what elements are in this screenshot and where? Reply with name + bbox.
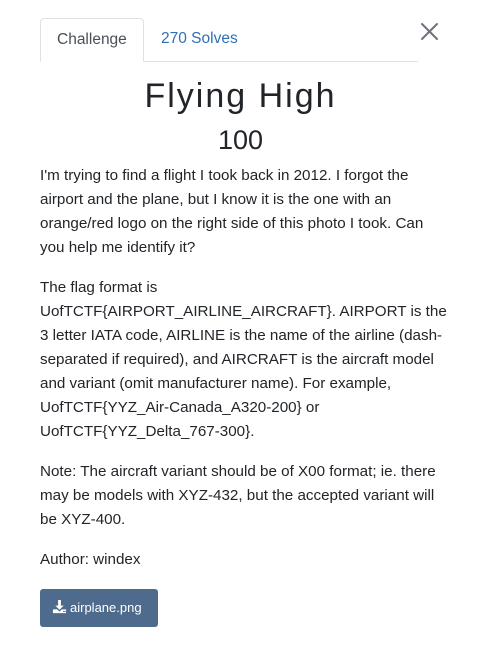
download-file-button[interactable]: airplane.png (40, 589, 158, 627)
close-button[interactable] (416, 18, 444, 46)
description-paragraph: The flag format is UofTCTF{AIRPORT_AIRLI… (40, 279, 447, 440)
challenge-description: I'm trying to find a flight I took back … (40, 164, 450, 588)
download-file-label: airplane.png (70, 600, 142, 615)
tab-challenge[interactable]: Challenge (40, 18, 144, 62)
close-icon (421, 23, 438, 40)
challenge-modal: Challenge 270 Solves Flying High 100 I'm… (0, 0, 485, 645)
challenge-points: 100 (217, 125, 264, 155)
challenge-title: Flying High (144, 77, 337, 115)
tab-bar: Challenge 270 Solves (40, 18, 418, 62)
download-icon (52, 599, 67, 614)
tab-solves[interactable]: 270 Solves (145, 18, 254, 60)
description-paragraph: Note: The aircraft variant should be of … (40, 463, 436, 528)
author-line: Author: windex (40, 551, 141, 568)
description-paragraph: I'm trying to find a flight I took back … (40, 167, 424, 256)
